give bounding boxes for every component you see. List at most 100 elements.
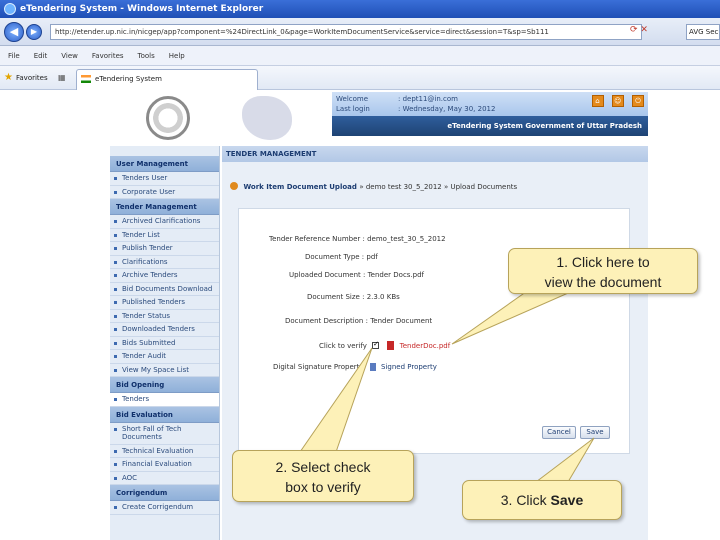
callout-view-document: 1. Click here to view the document — [508, 248, 698, 294]
verify-check-mark: ✓ — [373, 340, 380, 348]
signature-row: Digital Signature Property Signed Proper… — [273, 363, 437, 371]
sidebar-head-user-management: User Management — [110, 156, 219, 172]
refresh-stop-icons[interactable]: ⟳ ✕ — [630, 25, 648, 35]
state-emblem-icon — [146, 96, 190, 140]
type-row: Document Type : pdf — [305, 253, 378, 261]
home-icon[interactable]: ⌂ — [591, 95, 604, 107]
ref-value: demo_test_30_5_2012 — [367, 235, 446, 243]
callout-1-line-2: view the document — [544, 274, 662, 290]
flag-icon — [81, 75, 91, 83]
menu-file[interactable]: File — [8, 52, 20, 60]
type-value: pdf — [366, 253, 378, 261]
desc-row: Document Description : Tender Document — [285, 317, 432, 325]
favorites-button[interactable]: Favorites — [16, 74, 48, 82]
state-map-icon — [242, 96, 292, 140]
save-button[interactable]: Save — [580, 426, 610, 439]
document-link[interactable]: TenderDoc.pdf — [400, 342, 451, 350]
sidebar-item-short-fall[interactable]: Short Fall of Tech Documents — [110, 423, 219, 445]
type-label: Document Type : — [305, 253, 365, 261]
last-login-value: : Wednesday, May 30, 2012 — [398, 105, 496, 113]
site-header: Welcome : dept11@in.com Last login : Wedne… — [110, 90, 648, 146]
favorites-star-icon[interactable]: ★ — [4, 72, 13, 83]
sidebar-item-tenders-user[interactable]: Tenders User — [110, 172, 219, 186]
verify-checkbox[interactable]: ✓ — [372, 340, 380, 349]
welcome-label: Welcome — [336, 95, 369, 103]
size-label: Document Size : — [307, 293, 365, 301]
sidebar-item-tender-list[interactable]: Tender List — [110, 229, 219, 242]
sidebar-item-technical-evaluation[interactable]: Technical Evaluation — [110, 445, 219, 458]
portal-title: eTendering System Government of Uttar Pr… — [332, 116, 648, 136]
address-input[interactable]: http://etender.up.nic.in/nicgep/app?comp… — [50, 24, 642, 40]
cancel-button[interactable]: Cancel — [542, 426, 576, 439]
sidebar-head-tender-management: Tender Management — [110, 199, 219, 215]
sidebar-item-bids-submitted[interactable]: Bids Submitted — [110, 337, 219, 350]
window-title: eTendering System - Windows Internet Exp… — [20, 4, 264, 14]
ref-row: Tender Reference Number : demo_test_30_5… — [269, 235, 446, 243]
sidebar-item-aoc[interactable]: AOC — [110, 472, 219, 485]
quick-tabs-icon[interactable]: ▦ — [58, 73, 66, 82]
callout-2-line-1: 2. Select check — [275, 459, 371, 475]
pdf-file-icon[interactable] — [387, 341, 395, 350]
signature-label: Digital Signature Property — [273, 363, 364, 371]
menu-view[interactable]: View — [61, 52, 78, 60]
sidebar-item-archive-tenders[interactable]: Archive Tenders — [110, 269, 219, 283]
desc-label: Document Description : — [285, 317, 368, 325]
menu-edit[interactable]: Edit — [34, 52, 48, 60]
profile-icon[interactable]: ☺ — [611, 95, 624, 107]
breadcrumb: Work Item Document Upload » demo test 30… — [230, 182, 517, 191]
callout-2-line-2: box to verify — [285, 479, 361, 495]
desc-value: Tender Document — [370, 317, 433, 325]
sidebar-item-tender-status[interactable]: Tender Status — [110, 310, 219, 323]
menu-bar: File Edit View Favorites Tools Help — [0, 46, 720, 66]
address-toolbar: ◀ ▶ http://etender.up.nic.in/nicgep/app?… — [0, 18, 720, 46]
sidebar-head-corrigendum: Corrigendum — [110, 485, 219, 501]
sidebar-head-bid-opening: Bid Opening — [110, 377, 219, 393]
sidebar-item-clarifications[interactable]: Clarifications — [110, 256, 219, 269]
search-input[interactable]: AVG Secure — [686, 24, 720, 40]
ref-label: Tender Reference Number : — [269, 235, 365, 243]
signature-link[interactable]: Signed Property — [381, 363, 437, 371]
back-arrow-icon[interactable]: ◀ — [4, 22, 24, 42]
size-row: Document Size : 2.3.0 KBs — [307, 293, 400, 301]
welcome-value: : dept11@in.com — [398, 95, 458, 103]
logout-icon[interactable]: ⏻ — [632, 95, 644, 107]
uploaded-row: Uploaded Document : Tender Docs.pdf — [289, 271, 424, 279]
verify-label: Click to verify — [319, 342, 367, 350]
sidebar-item-create-corrigendum[interactable]: Create Corrigendum — [110, 501, 219, 515]
favorites-bar: ★ Favorites ▦ eTendering System — [0, 66, 720, 90]
callout-3-bold: Save — [550, 492, 584, 508]
sidebar-item-bid-documents-download[interactable]: Bid Documents Download — [110, 283, 219, 296]
sidebar-item-archived-clarifications[interactable]: Archived Clarifications — [110, 215, 219, 229]
signature-file-icon[interactable] — [369, 363, 376, 371]
sidebar-item-published-tenders[interactable]: Published Tenders — [110, 296, 219, 310]
sidebar: User Management Tenders User Corporate U… — [110, 146, 220, 540]
sidebar-head-bid-evaluation: Bid Evaluation — [110, 406, 219, 423]
sidebar-item-tenders[interactable]: Tenders — [110, 393, 219, 407]
ie-logo-icon — [4, 3, 16, 15]
callout-select-checkbox: 2. Select check box to verify — [232, 450, 414, 502]
menu-tools[interactable]: Tools — [138, 52, 155, 60]
user-info: Welcome : dept11@in.com Last login : Wedne… — [332, 92, 648, 116]
sidebar-item-view-my-space-list[interactable]: View My Space List — [110, 364, 219, 377]
sidebar-item-tender-audit[interactable]: Tender Audit — [110, 350, 219, 364]
forward-arrow-icon[interactable]: ▶ — [26, 24, 42, 40]
callout-3-prefix: 3. Click — [500, 492, 551, 508]
section-title: TENDER MANAGEMENT — [222, 146, 648, 162]
menu-favorites[interactable]: Favorites — [92, 52, 124, 60]
size-value: 2.3.0 KBs — [366, 293, 400, 301]
callout-click-save: 3. Click Save — [462, 480, 622, 520]
breadcrumb-title: Work Item Document Upload — [243, 183, 357, 191]
uploaded-value: Tender Docs.pdf — [367, 271, 425, 279]
sidebar-item-downloaded-tenders[interactable]: Downloaded Tenders — [110, 323, 219, 337]
window-titlebar: eTendering System - Windows Internet Exp… — [0, 0, 720, 18]
menu-help[interactable]: Help — [169, 52, 185, 60]
breadcrumb-path: » demo test 30_5_2012 » Upload Documents — [359, 183, 518, 191]
upload-form: Tender Reference Number : demo_test_30_5… — [238, 208, 630, 454]
tab-label: eTendering System — [95, 75, 162, 83]
browser-tab[interactable]: eTendering System — [76, 69, 258, 90]
sidebar-item-publish-tender[interactable]: Publish Tender — [110, 242, 219, 256]
sidebar-item-financial-evaluation[interactable]: Financial Evaluation — [110, 458, 219, 472]
last-login-label: Last login — [336, 105, 370, 113]
sidebar-item-corporate-user[interactable]: Corporate User — [110, 186, 219, 199]
callout-1-line-1: 1. Click here to — [556, 254, 650, 270]
